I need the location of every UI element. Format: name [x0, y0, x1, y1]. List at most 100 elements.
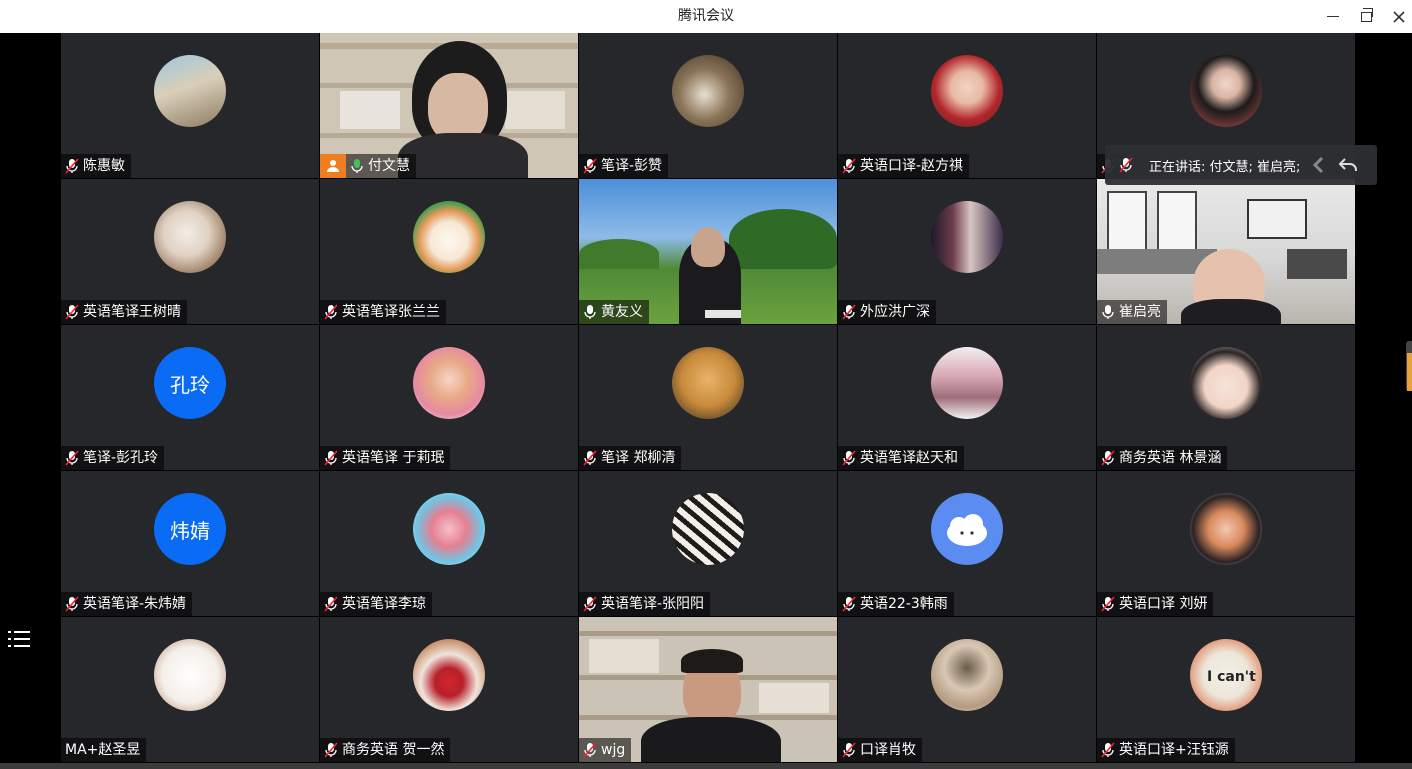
participant-tile[interactable]: 英语笔译张兰兰 [320, 179, 578, 324]
participant-tile[interactable]: 英语笔译-张阳阳 [579, 471, 837, 616]
right-rail [1355, 33, 1412, 769]
participant-label: 英语22-3韩雨 [838, 592, 954, 616]
participant-name: 口译肖牧 [860, 742, 916, 758]
avatar [413, 201, 485, 273]
participant-tile[interactable]: wjg [579, 617, 837, 762]
minimize-button[interactable] [1316, 0, 1350, 33]
participant-label: 笔译-彭孔玲 [61, 446, 165, 470]
avatar [413, 639, 485, 711]
close-button[interactable] [1382, 0, 1412, 33]
participant-tile[interactable]: MA+赵圣昱 [61, 617, 319, 762]
cloud-icon [947, 514, 987, 546]
participant-name: 笔译 郑柳清 [601, 450, 676, 466]
restore-button[interactable] [1349, 0, 1383, 33]
mic-muted-icon [842, 450, 856, 466]
participant-tile[interactable]: 英语口译 刘妍 [1097, 471, 1355, 616]
avatar: 孔玲 [154, 347, 226, 419]
participant-name: 英语笔译李琼 [342, 596, 426, 612]
participant-name: 英语笔译-张阳阳 [601, 596, 705, 612]
participant-label: 陈惠敏 [61, 154, 131, 178]
participant-tile[interactable]: 外应洪广深 [838, 179, 1096, 324]
mic-muted-icon [583, 450, 597, 466]
participant-label: 英语笔译赵天和 [838, 446, 964, 470]
mic-muted-icon [583, 742, 597, 758]
avatar: 炜婧 [154, 493, 226, 565]
side-panel-handle-accent [1407, 353, 1412, 391]
participant-label: 英语笔译李琼 [320, 592, 432, 616]
avatar [672, 493, 744, 565]
participant-label: MA+赵圣昱 [61, 738, 147, 762]
participant-label: 英语口译+汪钰源 [1097, 738, 1235, 762]
speaking-indicator[interactable]: 正在讲话: 付文慧; 崔启亮; [1105, 145, 1377, 185]
participant-tile[interactable]: 英语笔译李琼 [320, 471, 578, 616]
mic-muted-icon [324, 742, 338, 758]
participant-label: 商务英语 林景涵 [1097, 446, 1228, 470]
mic-muted-icon [842, 596, 856, 612]
mic-muted-icon [1101, 742, 1115, 758]
mic-muted-icon [324, 596, 338, 612]
user-icon [327, 160, 339, 172]
avatar [413, 347, 485, 419]
svg-text:I can't: I can't [1207, 669, 1256, 685]
participant-tile[interactable]: 崔启亮 [1097, 179, 1355, 324]
chevron-left-icon[interactable] [1308, 153, 1332, 177]
mic-muted-icon [583, 596, 597, 612]
participant-name: MA+赵圣昱 [65, 742, 141, 758]
participant-tile[interactable]: 笔译 郑柳清 [579, 325, 837, 470]
mic-muted-icon [65, 596, 79, 612]
participant-tile[interactable]: 英语22-3韩雨 [838, 471, 1096, 616]
mic-muted-icon [324, 304, 338, 320]
video-grid: 陈惠敏 付文慧 笔译-彭赞 英语口译-赵方祺 英语笔译王树晴 英语笔译张兰兰 黄… [61, 33, 1355, 763]
mic-muted-icon [1101, 596, 1115, 612]
camera-badge [320, 154, 346, 178]
participant-name: 笔译-彭赞 [601, 158, 663, 174]
participant-tile[interactable]: 口译肖牧 [838, 617, 1096, 762]
participant-tile[interactable]: 笔译-彭赞 [579, 33, 837, 178]
participant-label: 付文慧 [346, 154, 416, 178]
i-cant-sticker: I can't [1207, 669, 1256, 685]
participant-label: 崔启亮 [1097, 300, 1167, 324]
mic-muted-icon [842, 304, 856, 320]
mic-muted-icon [65, 158, 79, 174]
participant-name: 商务英语 贺一然 [342, 742, 445, 758]
participant-name: wjg [601, 742, 626, 758]
avatar [931, 55, 1003, 127]
participant-name: 陈惠敏 [83, 158, 125, 174]
participant-tile[interactable]: 炜婧 英语笔译-朱炜婧 [61, 471, 319, 616]
avatar [1190, 55, 1262, 127]
participant-tile[interactable]: 商务英语 贺一然 [320, 617, 578, 762]
participant-label: 笔译 郑柳清 [579, 446, 682, 470]
participant-tile[interactable]: 陈惠敏 [61, 33, 319, 178]
mic-on-icon [584, 305, 596, 319]
avatar [1190, 347, 1262, 419]
avatar [931, 347, 1003, 419]
participant-name: 英语笔译-朱炜婧 [83, 596, 187, 612]
mic-muted-icon [324, 450, 338, 466]
list-icon[interactable] [8, 629, 32, 651]
participant-tile[interactable]: 英语口译-赵方祺 [838, 33, 1096, 178]
participant-tile[interactable]: 孔玲 笔译-彭孔玲 [61, 325, 319, 470]
avatar [931, 493, 1003, 565]
participant-tile[interactable]: 英语笔译王树晴 [61, 179, 319, 324]
participant-tile[interactable]: 英语笔译赵天和 [838, 325, 1096, 470]
participant-tile[interactable]: 商务英语 林景涵 [1097, 325, 1355, 470]
participant-tile[interactable]: 英语笔译 于莉珉 [320, 325, 578, 470]
participant-label: 英语笔译 于莉珉 [320, 446, 451, 470]
mic-muted-icon [842, 158, 856, 174]
title-bar: 腾讯会议 [0, 0, 1412, 33]
avatar: I can't [1190, 639, 1262, 711]
mic-muted-icon [65, 304, 79, 320]
participant-label: 英语笔译张兰兰 [320, 300, 446, 324]
mic-muted-icon [583, 158, 597, 174]
participant-tile[interactable]: 付文慧 [320, 33, 578, 178]
participant-label: 英语笔译-张阳阳 [579, 592, 711, 616]
participant-tile[interactable]: I can't 英语口译+汪钰源 [1097, 617, 1355, 762]
participant-label: wjg [579, 738, 632, 762]
participant-name: 英语笔译王树晴 [83, 304, 181, 320]
collapse-arrow-icon[interactable] [1336, 153, 1360, 177]
avatar [413, 493, 485, 565]
participant-name: 黄友义 [601, 304, 643, 320]
participant-name: 英语笔译 于莉珉 [342, 450, 445, 466]
participant-name: 商务英语 林景涵 [1119, 450, 1222, 466]
participant-tile[interactable]: 黄友义 [579, 179, 837, 324]
